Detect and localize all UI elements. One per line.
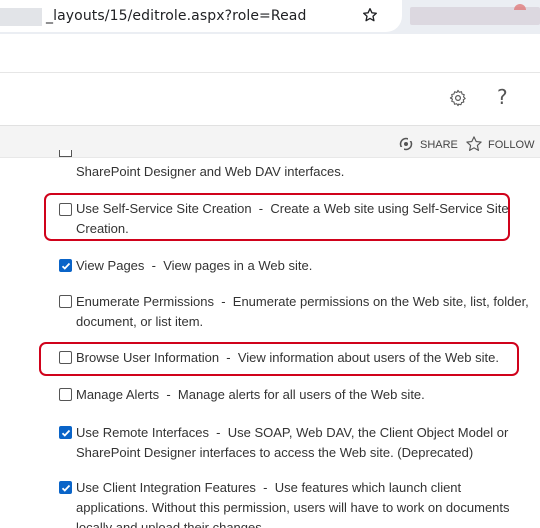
permission-checkbox-view-pages[interactable] — [59, 259, 72, 272]
permission-view-pages: View Pages - View pages in a Web site. — [76, 256, 536, 276]
url-text[interactable]: _layouts/15/editrole.aspx?role=Read — [46, 8, 306, 24]
permission-checkbox[interactable] — [59, 150, 72, 157]
gear-icon[interactable] — [449, 89, 467, 107]
permission-enumerate-permissions: Enumerate Permissions - Enumerate permis… — [76, 292, 536, 332]
permission-checkbox-enumerate-permissions[interactable] — [59, 295, 72, 308]
help-icon[interactable]: ? — [497, 85, 508, 109]
permission-checkbox-use-client-integration-features[interactable] — [59, 481, 72, 494]
permission-use-remote-interfaces: Use Remote Interfaces - Use SOAP, Web DA… — [76, 423, 536, 463]
address-bar[interactable]: _layouts/15/editrole.aspx?role=Read — [0, 0, 402, 32]
empty-band — [0, 34, 540, 72]
permission-checkbox-manage-alerts[interactable] — [59, 388, 72, 401]
profile-badge — [514, 4, 526, 10]
separator: - — [214, 294, 233, 309]
browser-toolbar: _layouts/15/editrole.aspx?role=Read — [0, 0, 540, 34]
follow-link[interactable]: FOLLOW — [488, 139, 534, 151]
permission-description: View pages in a Web site. — [163, 258, 313, 273]
url-domain-redacted — [0, 8, 42, 26]
highlight-box — [44, 193, 510, 241]
permission-use-client-integration-features: Use Client Integration Features - Use fe… — [76, 478, 536, 528]
follow-star-icon[interactable] — [465, 135, 483, 153]
permission-label[interactable]: Manage Alerts — [76, 387, 159, 402]
checkmark-icon — [61, 262, 71, 270]
separator: - — [159, 387, 178, 402]
share-icon[interactable] — [398, 136, 414, 152]
separator: - — [255, 480, 275, 495]
separator: - — [144, 258, 164, 273]
share-link[interactable]: SHARE — [420, 139, 458, 151]
checkmark-icon — [61, 429, 71, 437]
permission-label[interactable]: Use Client Integration Features — [76, 480, 256, 495]
permission-description: SharePoint Designer and Web DAV interfac… — [76, 164, 345, 179]
permission-manage-alerts: Manage Alerts - Manage alerts for all us… — [76, 385, 536, 405]
permission-label[interactable]: Enumerate Permissions — [76, 294, 214, 309]
action-bar — [0, 125, 540, 158]
bookmark-star-icon[interactable] — [362, 7, 378, 23]
permission-label[interactable]: Use Remote Interfaces — [76, 425, 209, 440]
permission-label[interactable]: View Pages — [76, 258, 144, 273]
permission-checkbox-use-remote-interfaces[interactable] — [59, 426, 72, 439]
checkmark-icon — [61, 484, 71, 492]
permission-description: Manage alerts for all users of the Web s… — [177, 387, 425, 402]
highlight-box — [39, 342, 519, 376]
separator: - — [208, 425, 228, 440]
